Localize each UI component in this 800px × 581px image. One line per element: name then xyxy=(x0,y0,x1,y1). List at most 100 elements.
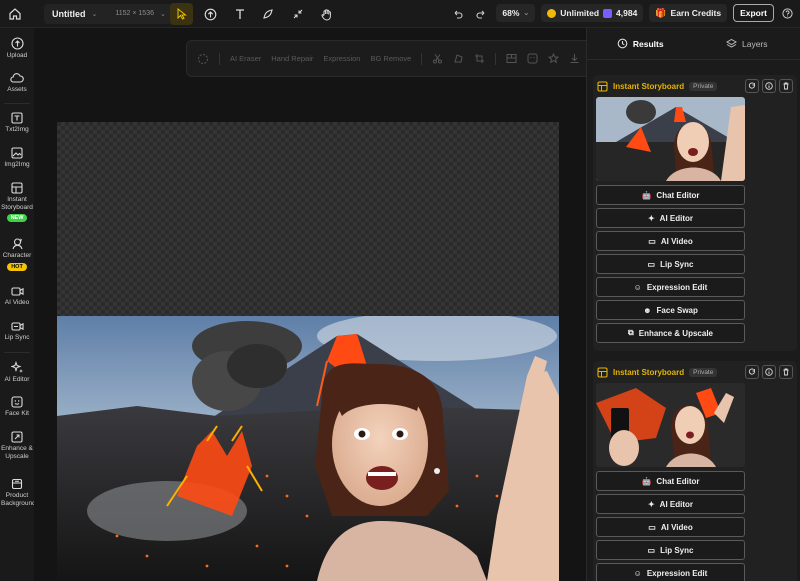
help-button[interactable] xyxy=(780,7,794,19)
star-icon[interactable] xyxy=(548,53,560,64)
ai-editor-button[interactable]: ✦ AI Editor xyxy=(596,208,745,228)
tab-layers[interactable]: Layers xyxy=(694,28,800,59)
sidebar-item-assets[interactable]: Assets xyxy=(0,72,34,94)
chat-editor-button[interactable]: 🤖 Chat Editor xyxy=(596,185,745,205)
chevron-down-icon: ⌄ xyxy=(523,10,530,17)
layout-icon[interactable] xyxy=(506,53,517,64)
info-button[interactable] xyxy=(762,79,776,93)
sidebar-item-product-background[interactable]: Product Background xyxy=(0,478,36,507)
magic-select-icon[interactable] xyxy=(197,53,209,65)
chevron-down-icon: ⌄ xyxy=(159,10,166,18)
sidebar-item-label: Enhance & Upscale xyxy=(1,445,33,460)
pen-shape-icon xyxy=(263,8,273,19)
face-swap-button[interactable]: ☻ Face Swap xyxy=(596,300,745,320)
select-tool[interactable] xyxy=(170,3,193,25)
shape-tool[interactable] xyxy=(257,3,280,25)
sidebar-item-txt2img[interactable]: Txt2Img xyxy=(0,112,34,134)
lip-sync-button[interactable]: ▭ Lip Sync xyxy=(596,540,745,560)
sparkle-icon: ✦ xyxy=(647,499,655,509)
scissors-icon[interactable] xyxy=(432,53,443,64)
sidebar-item-label: Character xyxy=(2,252,32,259)
text-tool[interactable] xyxy=(228,3,251,25)
regenerate-button[interactable] xyxy=(745,79,759,93)
video-icon xyxy=(10,287,24,296)
ai-video-button[interactable]: ▭ AI Video xyxy=(596,517,745,537)
card-title: Instant Storyboard xyxy=(613,81,685,91)
sidebar-item-lip-sync[interactable]: Lip Sync xyxy=(0,321,34,342)
visibility-badge: Private xyxy=(689,367,718,377)
info-button[interactable] xyxy=(762,365,776,379)
canvas-image[interactable] xyxy=(57,316,559,581)
action-label: Enhance & Upscale xyxy=(638,328,713,338)
plan-coin-icon xyxy=(547,8,557,18)
image-icon xyxy=(11,147,23,159)
ai-editor-button[interactable]: ✦ AI Editor xyxy=(596,494,745,514)
transform-icon[interactable] xyxy=(453,53,464,64)
tab-results[interactable]: Results xyxy=(587,28,694,59)
delete-button[interactable] xyxy=(779,365,793,379)
sidebar-item-upload[interactable]: Upload xyxy=(0,37,34,60)
action-label: AI Video xyxy=(660,522,693,532)
export-label: Export xyxy=(740,8,767,18)
action-label: Expression Edit xyxy=(646,568,708,578)
download-icon[interactable] xyxy=(569,53,580,64)
sidebar-item-label: Upload xyxy=(6,52,28,59)
sidebar-item-label: Product Background xyxy=(1,492,36,507)
document-title: Untitled xyxy=(52,8,86,19)
redo-icon xyxy=(476,10,485,19)
sidebar-item-img2img[interactable]: Img2Img xyxy=(0,147,34,169)
cloud-icon xyxy=(10,73,24,83)
sidebar-item-enhance-upscale[interactable]: Enhance & Upscale xyxy=(0,431,34,460)
image-tools-toolbar: AI Eraser Hand Repair Expression BG Remo… xyxy=(186,40,610,77)
sidebar-item-ai-video[interactable]: AI Video xyxy=(0,286,34,307)
hand-repair-button[interactable]: Hand Repair xyxy=(271,54,313,63)
zoom-dropdown[interactable]: 68% ⌄ xyxy=(496,4,536,22)
earn-credits-button[interactable]: 🎁 Earn Credits xyxy=(649,4,728,22)
upload-tool[interactable] xyxy=(199,3,222,25)
export-button[interactable]: Export xyxy=(733,4,774,22)
sparkle-icon: ✦ xyxy=(647,213,655,223)
sidebar-item-instant-storyboard[interactable]: Instant Storyboard NEW xyxy=(0,182,34,222)
refresh-icon xyxy=(748,82,755,89)
result-thumbnail[interactable] xyxy=(596,97,745,181)
enhance-upscale-button[interactable]: ⧉ Enhance & Upscale xyxy=(596,323,745,343)
face-swap-icon[interactable] xyxy=(527,53,538,64)
layers-icon xyxy=(725,38,737,48)
sidebar-item-label: Txt2Img xyxy=(5,126,29,133)
ai-eraser-button[interactable]: AI Eraser xyxy=(230,54,261,63)
pan-tool[interactable] xyxy=(315,3,338,25)
transparent-canvas-region xyxy=(57,122,559,316)
undo-button[interactable] xyxy=(448,8,466,19)
ai-video-button[interactable]: ▭ AI Video xyxy=(596,231,745,251)
result-thumbnail[interactable] xyxy=(596,383,745,467)
action-label: AI Video xyxy=(660,236,693,246)
canvas-area[interactable]: AI Eraser Hand Repair Expression BG Remo… xyxy=(34,28,610,581)
chat-editor-button[interactable]: 🤖 Chat Editor xyxy=(596,471,745,491)
bg-remove-button[interactable]: BG Remove xyxy=(370,54,411,63)
sidebar-item-ai-editor[interactable]: AI Editor xyxy=(0,361,34,384)
sidebar-item-label: Assets xyxy=(7,86,27,93)
document-title-box[interactable]: Untitled ⌄ 1152 × 1536 ⌄ xyxy=(44,3,178,24)
sidebar-item-character[interactable]: Character HOT xyxy=(0,237,34,271)
delete-button[interactable] xyxy=(779,79,793,93)
expression-edit-button[interactable]: ☺ Expression Edit xyxy=(596,563,745,581)
regenerate-button[interactable] xyxy=(745,365,759,379)
chat-bot-icon: 🤖 xyxy=(641,190,652,200)
video-icon: ▭ xyxy=(648,522,656,532)
home-button[interactable] xyxy=(4,3,26,25)
history-icon xyxy=(617,38,628,49)
redo-button[interactable] xyxy=(472,8,490,19)
card-title: Instant Storyboard xyxy=(613,367,685,377)
crop-icon[interactable] xyxy=(474,53,485,64)
canvas-tools xyxy=(170,3,338,25)
plan-credits-pill[interactable]: Unlimited 4,984 xyxy=(541,4,644,22)
info-icon xyxy=(765,368,773,376)
expression-button[interactable]: Expression xyxy=(323,54,360,63)
sidebar-item-face-kit[interactable]: Face Kit xyxy=(0,396,34,418)
trash-icon xyxy=(783,82,789,90)
resize-tool[interactable] xyxy=(286,3,309,25)
expression-edit-button[interactable]: ☺ Expression Edit xyxy=(596,277,745,297)
lip-sync-button[interactable]: ▭ Lip Sync xyxy=(596,254,745,274)
gift-icon: 🎁 xyxy=(655,7,667,18)
undo-icon xyxy=(454,10,463,19)
